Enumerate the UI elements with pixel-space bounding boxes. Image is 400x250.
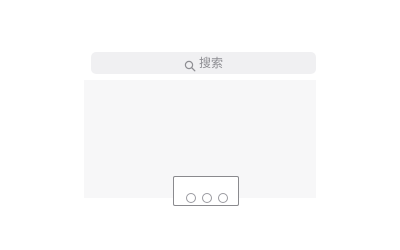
more-card[interactable] <box>173 176 239 206</box>
screen: 搜索 <box>0 0 400 250</box>
search-bar[interactable]: 搜索 <box>91 52 316 74</box>
more-dots-icon <box>184 193 232 205</box>
dot <box>186 193 196 203</box>
search-inner: 搜索 <box>184 56 223 72</box>
dot <box>218 193 228 203</box>
dot <box>202 193 212 203</box>
search-icon <box>184 57 196 72</box>
search-placeholder: 搜索 <box>198 56 223 70</box>
